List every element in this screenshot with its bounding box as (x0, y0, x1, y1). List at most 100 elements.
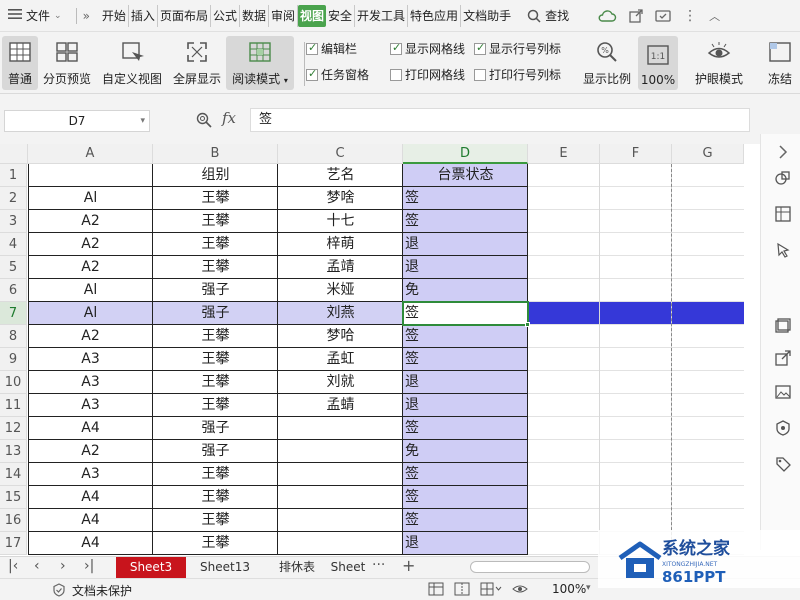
menu-tab[interactable]: 审阅 (269, 4, 298, 27)
sheet-tab[interactable]: Sheet (330, 557, 366, 578)
cell-b3[interactable]: 王攀 (153, 210, 278, 233)
select-all-corner[interactable] (0, 144, 28, 164)
protect-status-label[interactable]: 文档未保护 (72, 582, 132, 599)
cell-a11[interactable]: A3 (28, 394, 153, 417)
cell-b11[interactable]: 王攀 (153, 394, 278, 417)
menu-tab[interactable]: 数据 (240, 4, 269, 27)
formula-input[interactable]: 签 (250, 108, 750, 132)
column-header[interactable]: E (528, 144, 600, 164)
cell-a5[interactable]: A2 (28, 256, 153, 279)
cell-b5[interactable]: 王攀 (153, 256, 278, 279)
menu-tab[interactable]: 视图 (298, 4, 327, 27)
fx-icon[interactable]: fx (222, 109, 236, 127)
cell-d2[interactable]: 签 (403, 187, 528, 210)
picture-icon[interactable] (775, 384, 791, 400)
menu-tab[interactable]: 文档助手 (461, 5, 513, 27)
cell-b13[interactable]: 强子 (153, 440, 278, 463)
cell-a4[interactable]: A2 (28, 233, 153, 256)
eye-protection-button[interactable]: 护眼模式 (690, 36, 748, 90)
row-header[interactable]: 1 (0, 164, 27, 187)
task-pane-checkbox[interactable]: 任务窗格 (306, 66, 369, 83)
chevron-down-icon[interactable]: ▾ (586, 583, 591, 593)
cell-b16[interactable]: 王攀 (153, 509, 278, 532)
cell-c1[interactable]: 艺名 (278, 164, 403, 187)
row-header[interactable]: 6 (0, 279, 27, 302)
cell-b8[interactable]: 王攀 (153, 325, 278, 348)
cell-d4[interactable]: 退 (403, 233, 528, 256)
shapes-icon[interactable] (775, 170, 791, 186)
cell-b15[interactable]: 王攀 (153, 486, 278, 509)
menu-tab[interactable]: 插入 (129, 4, 158, 27)
more-sheets-icon[interactable]: ··· (372, 557, 385, 573)
normal-view-button[interactable]: 普通 (2, 36, 38, 90)
row-header[interactable]: 14 (0, 463, 27, 486)
sheet-tab[interactable]: Sheet3 (116, 557, 186, 578)
collapse-ribbon-icon[interactable]: ︿ (709, 8, 720, 24)
page-break-preview-button[interactable]: 分页预览 (40, 36, 94, 90)
cell-d11[interactable]: 退 (403, 394, 528, 417)
cell-b17[interactable]: 王攀 (153, 532, 278, 555)
row-header[interactable]: 16 (0, 509, 27, 532)
cell-d10[interactable]: 退 (403, 371, 528, 394)
eye-status-icon[interactable] (512, 583, 528, 595)
cell-c11[interactable]: 孟蜻 (278, 394, 403, 417)
cell-c2[interactable]: 梦啥 (278, 187, 403, 210)
cell-c9[interactable]: 孟虹 (278, 348, 403, 371)
sheet-tab[interactable]: 排休表 (266, 557, 328, 578)
cell-b10[interactable]: 王攀 (153, 371, 278, 394)
row-header[interactable]: 11 (0, 394, 27, 417)
collaborate-icon[interactable] (655, 9, 671, 23)
cell-b14[interactable]: 王攀 (153, 463, 278, 486)
custom-view-button[interactable]: 自定义视图 (100, 36, 164, 90)
cell-a1[interactable] (28, 164, 153, 187)
last-sheet-icon[interactable]: ›| (84, 558, 94, 574)
cell-a9[interactable]: A3 (28, 348, 153, 371)
name-box[interactable]: D7 ▾ (4, 110, 150, 132)
column-header[interactable]: G (672, 144, 744, 164)
cell-a17[interactable]: A4 (28, 532, 153, 555)
cell-a12[interactable]: A4 (28, 417, 153, 440)
read-mode-button[interactable]: 阅读模式 ▾ (226, 36, 294, 90)
cell-c3[interactable]: 十七 (278, 210, 403, 233)
cursor-icon[interactable] (775, 242, 791, 258)
menu-tab[interactable]: 公式 (211, 4, 240, 27)
cell-d9[interactable]: 签 (403, 348, 528, 371)
cell-d12[interactable]: 签 (403, 417, 528, 440)
more-arrows-icon[interactable]: » (83, 9, 90, 23)
print-headings-checkbox[interactable]: 打印行号列标 (474, 66, 561, 83)
cell-b12[interactable]: 强子 (153, 417, 278, 440)
cell-a16[interactable]: A4 (28, 509, 153, 532)
search-button[interactable]: 查找 (527, 7, 569, 24)
cell-d15[interactable]: 签 (403, 486, 528, 509)
row-header[interactable]: 7 (0, 302, 27, 325)
cell-c4[interactable]: 梓萌 (278, 233, 403, 256)
row-header[interactable]: 5 (0, 256, 27, 279)
zoom-glass-icon[interactable] (196, 112, 212, 132)
freeze-panes-button[interactable]: 冻结 (760, 36, 800, 90)
shield-icon[interactable] (775, 420, 791, 436)
cell-a10[interactable]: A3 (28, 371, 153, 394)
cell-c15[interactable] (278, 486, 403, 509)
row-header[interactable]: 12 (0, 417, 27, 440)
cell-d3[interactable]: 签 (403, 210, 528, 233)
spreadsheet-grid[interactable]: ABCDEFG 1 组别 艺名 台票状态 2 Al 王攀 梦啥签 3 A2 王攀 十七签 4 A2 王攀 梓萌… (0, 144, 744, 556)
cell-c16[interactable] (278, 509, 403, 532)
file-menu-button[interactable]: 文件 ⌄ (0, 5, 70, 27)
cell-d13[interactable]: 免 (403, 440, 528, 463)
menu-tab[interactable]: 特色应用 (408, 4, 462, 27)
sidebar-collapse-icon[interactable] (775, 144, 791, 160)
column-header[interactable]: A (28, 144, 153, 164)
cell-c13[interactable] (278, 440, 403, 463)
cell-a8[interactable]: A2 (28, 325, 153, 348)
chevron-down-icon[interactable]: ▾ (140, 111, 145, 131)
cell-d6[interactable]: 免 (403, 279, 528, 302)
column-header[interactable]: D (403, 144, 528, 164)
cell-d14[interactable]: 签 (403, 463, 528, 486)
cell-c14[interactable] (278, 463, 403, 486)
cell-a7[interactable]: Al (28, 302, 153, 325)
share-icon[interactable] (629, 8, 643, 23)
zoom-100-button[interactable]: 1:1 100% (638, 36, 678, 90)
table-style-icon[interactable] (775, 206, 791, 222)
cell-a3[interactable]: A2 (28, 210, 153, 233)
tag-icon[interactable] (775, 456, 791, 472)
